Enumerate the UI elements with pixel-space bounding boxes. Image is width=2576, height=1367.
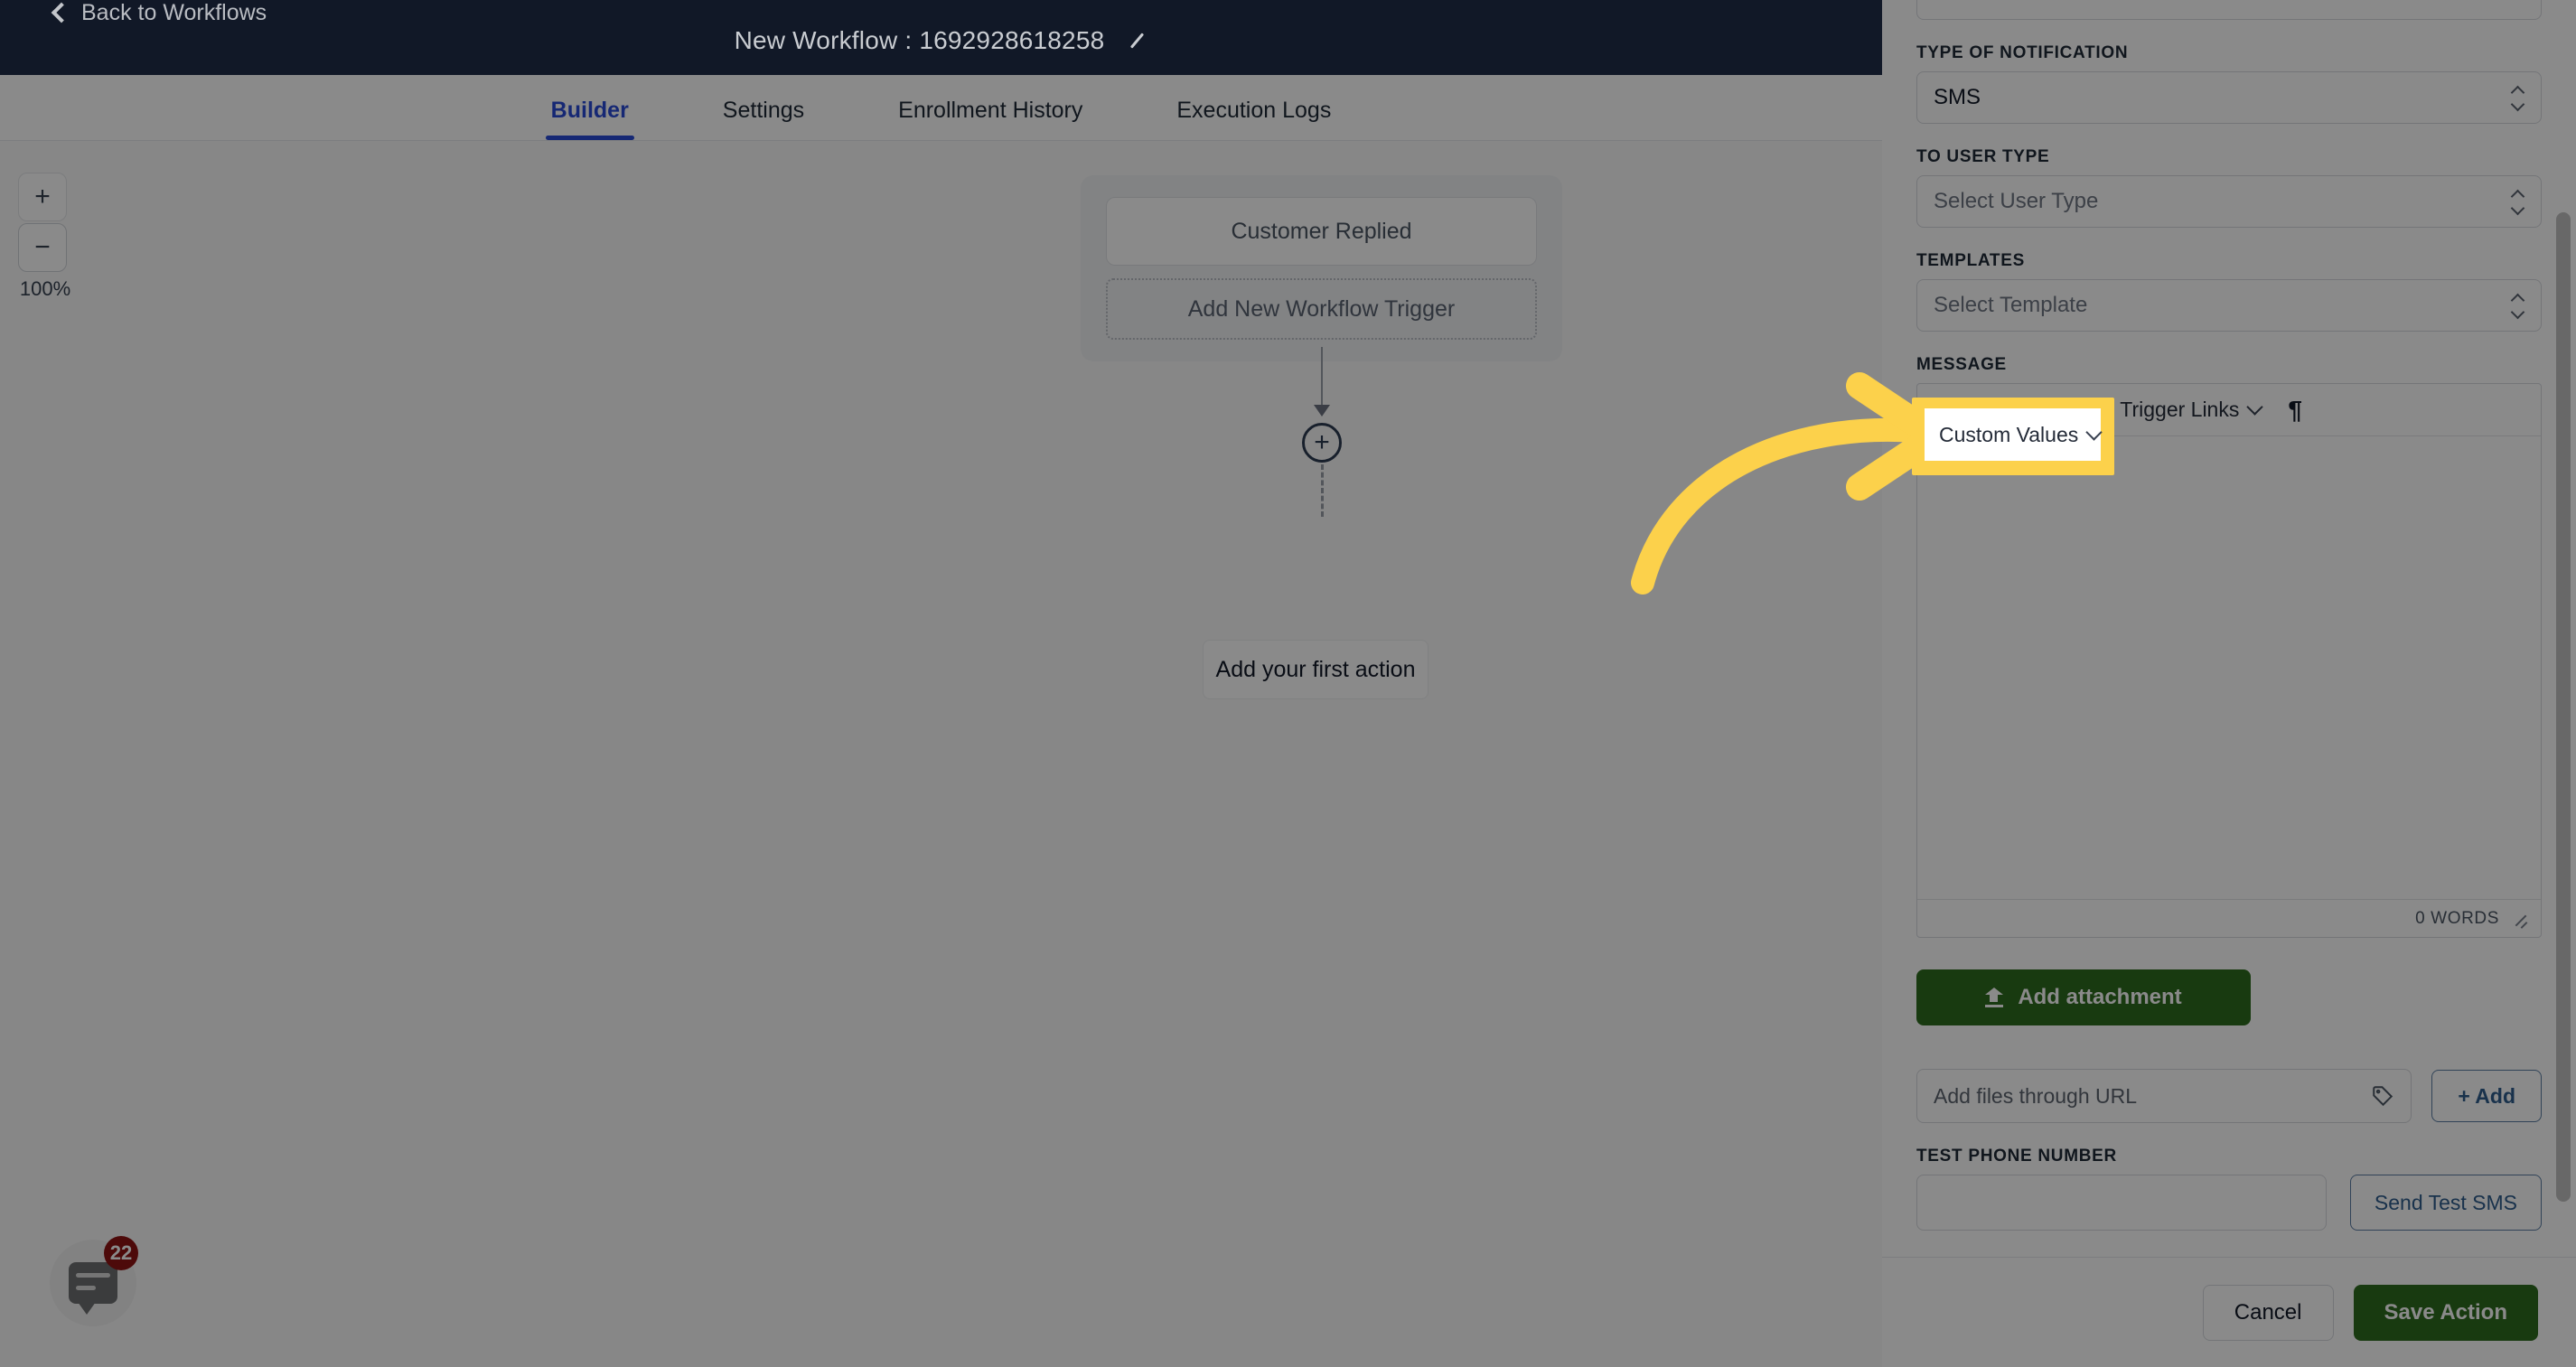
add-new-workflow-trigger-button[interactable]: Add New Workflow Trigger bbox=[1106, 278, 1537, 340]
connector-arrow-icon bbox=[1314, 405, 1330, 417]
workflow-title-text: New Workflow : 1692928618258 bbox=[734, 26, 1105, 54]
connector-dashed-line bbox=[1321, 464, 1324, 517]
annotation-highlight-target[interactable]: Custom Values bbox=[1925, 408, 2103, 461]
add-files-url-placeholder: Add files through URL bbox=[1934, 1083, 2138, 1108]
trigger-links-label: Trigger Links bbox=[2120, 398, 2240, 421]
chat-unread-badge: 22 bbox=[104, 1236, 138, 1270]
tab-enrollment-history[interactable]: Enrollment History bbox=[898, 98, 1082, 140]
trigger-card: Customer Replied Add New Workflow Trigge… bbox=[1081, 175, 1562, 361]
message-editor-footer: 0 WORDS bbox=[1917, 899, 2541, 937]
send-test-sms-button[interactable]: Send Test SMS bbox=[2349, 1175, 2542, 1231]
tab-settings[interactable]: Settings bbox=[723, 98, 804, 140]
panel-scroll-area: TYPE OF NOTIFICATION SMS TO USER TYPE Se… bbox=[1882, 0, 2576, 1257]
add-step-plus-button[interactable]: + bbox=[1302, 423, 1342, 463]
annotation-custom-values-label: Custom Values bbox=[1939, 422, 2079, 446]
upload-icon bbox=[1985, 988, 2004, 1007]
templates-label: TEMPLATES bbox=[1916, 251, 2025, 270]
workflow-canvas[interactable]: + − 100% Customer Replied Add New Workfl… bbox=[0, 141, 1882, 1367]
add-files-url-row: Add files through URL + Add bbox=[1916, 1069, 2542, 1123]
chevron-updown-icon bbox=[2510, 190, 2524, 213]
back-to-workflows-button[interactable]: Back to Workflows bbox=[51, 0, 1882, 26]
chevron-down-icon bbox=[2085, 423, 2103, 441]
test-phone-number-input[interactable] bbox=[1916, 1175, 2327, 1231]
chevron-left-icon bbox=[51, 2, 72, 23]
add-url-button[interactable]: + Add bbox=[2431, 1070, 2542, 1122]
tag-icon bbox=[2373, 1086, 2393, 1107]
workflow-tabs: Builder Settings Enrollment History Exec… bbox=[0, 75, 1882, 141]
save-action-button[interactable]: Save Action bbox=[2353, 1284, 2538, 1341]
paragraph-marks-icon[interactable]: ¶ bbox=[2288, 396, 2302, 425]
word-count-label: 0 WORDS bbox=[2415, 908, 2499, 928]
trigger-links-dropdown[interactable]: Trigger Links bbox=[2120, 398, 2264, 422]
test-phone-row: Send Test SMS bbox=[1916, 1175, 2542, 1231]
action-settings-panel: TYPE OF NOTIFICATION SMS TO USER TYPE Se… bbox=[1882, 0, 2576, 1367]
to-user-type-value: Select User Type bbox=[1934, 189, 2099, 213]
type-of-notification-value: SMS bbox=[1934, 85, 1981, 109]
tab-builder[interactable]: Builder bbox=[545, 98, 634, 140]
to-user-type-label: TO USER TYPE bbox=[1916, 147, 2050, 166]
panel-scrollbar[interactable] bbox=[2556, 212, 2571, 1202]
cancel-button[interactable]: Cancel bbox=[2202, 1284, 2334, 1341]
previous-field-input[interactable] bbox=[1916, 0, 2542, 20]
workflow-title: New Workflow : 1692928618258 bbox=[0, 26, 1882, 55]
panel-footer: Cancel Save Action bbox=[1882, 1257, 2576, 1367]
message-label: MESSAGE bbox=[1916, 355, 2007, 374]
zoom-out-button[interactable]: − bbox=[18, 223, 67, 272]
zoom-controls: + − 100% bbox=[18, 173, 72, 301]
type-of-notification-select[interactable]: SMS bbox=[1916, 71, 2542, 124]
add-attachment-label: Add attachment bbox=[2018, 985, 2182, 1009]
chat-bubble-icon bbox=[69, 1262, 117, 1315]
add-files-url-input[interactable]: Add files through URL bbox=[1916, 1069, 2412, 1123]
type-of-notification-label: TYPE OF NOTIFICATION bbox=[1916, 43, 2129, 62]
chevron-updown-icon bbox=[2510, 294, 2524, 317]
chevron-updown-icon bbox=[2510, 86, 2524, 109]
trigger-name[interactable]: Customer Replied bbox=[1106, 197, 1537, 266]
to-user-type-select[interactable]: Select User Type bbox=[1916, 175, 2542, 228]
chevron-down-icon bbox=[2246, 398, 2264, 416]
templates-select[interactable]: Select Template bbox=[1916, 279, 2542, 332]
add-attachment-button[interactable]: Add attachment bbox=[1916, 969, 2251, 1025]
tab-execution-logs[interactable]: Execution Logs bbox=[1176, 98, 1331, 140]
pencil-icon[interactable] bbox=[1128, 31, 1147, 51]
top-header-bar: Back to Workflows New Workflow : 1692928… bbox=[0, 0, 1882, 75]
resize-handle[interactable] bbox=[2512, 911, 2528, 927]
message-textarea[interactable] bbox=[1917, 436, 2541, 899]
add-first-action-button[interactable]: Add your first action bbox=[1203, 640, 1429, 699]
zoom-percent-label: 100% bbox=[19, 277, 71, 300]
templates-value: Select Template bbox=[1934, 293, 2088, 317]
back-to-workflows-label: Back to Workflows bbox=[81, 0, 267, 25]
chat-widget-button[interactable]: 22 bbox=[50, 1236, 138, 1326]
zoom-in-button[interactable]: + bbox=[18, 173, 67, 221]
test-phone-number-label: TEST PHONE NUMBER bbox=[1916, 1147, 2117, 1166]
connector-line bbox=[1321, 347, 1323, 410]
